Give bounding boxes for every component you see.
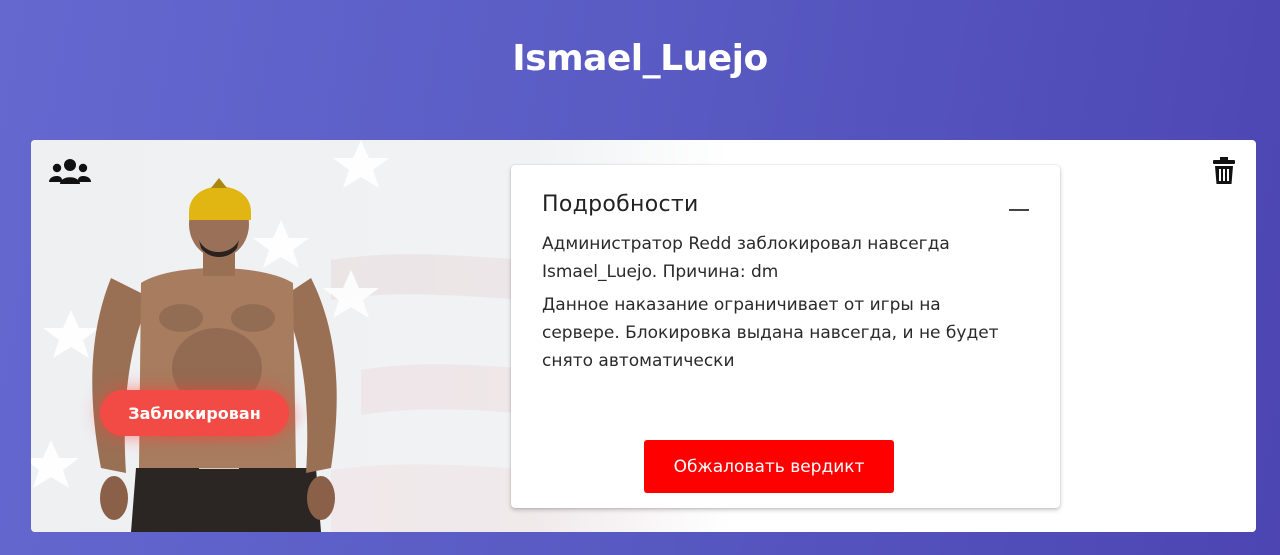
punishment-description: Данное наказание ограничивает от игры на…	[542, 295, 999, 371]
details-panel: Подробности Администратор Redd заблокиро…	[511, 165, 1060, 508]
details-heading: Подробности	[542, 192, 699, 217]
punishment-summary: Администратор Redd заблокировал навсегда…	[542, 234, 950, 282]
page-title: Ismael_Luejo	[512, 38, 768, 79]
minus-icon	[1009, 209, 1029, 211]
character-skin-image	[92, 178, 337, 532]
status-badge: Заблокирован	[100, 390, 289, 436]
punishment-card: Заблокирован Подробности Администратор R…	[31, 140, 1256, 532]
trash-icon[interactable]	[1213, 157, 1235, 184]
collapse-button[interactable]	[1003, 199, 1035, 221]
appeal-verdict-button[interactable]: Обжаловать вердикт	[644, 440, 894, 493]
